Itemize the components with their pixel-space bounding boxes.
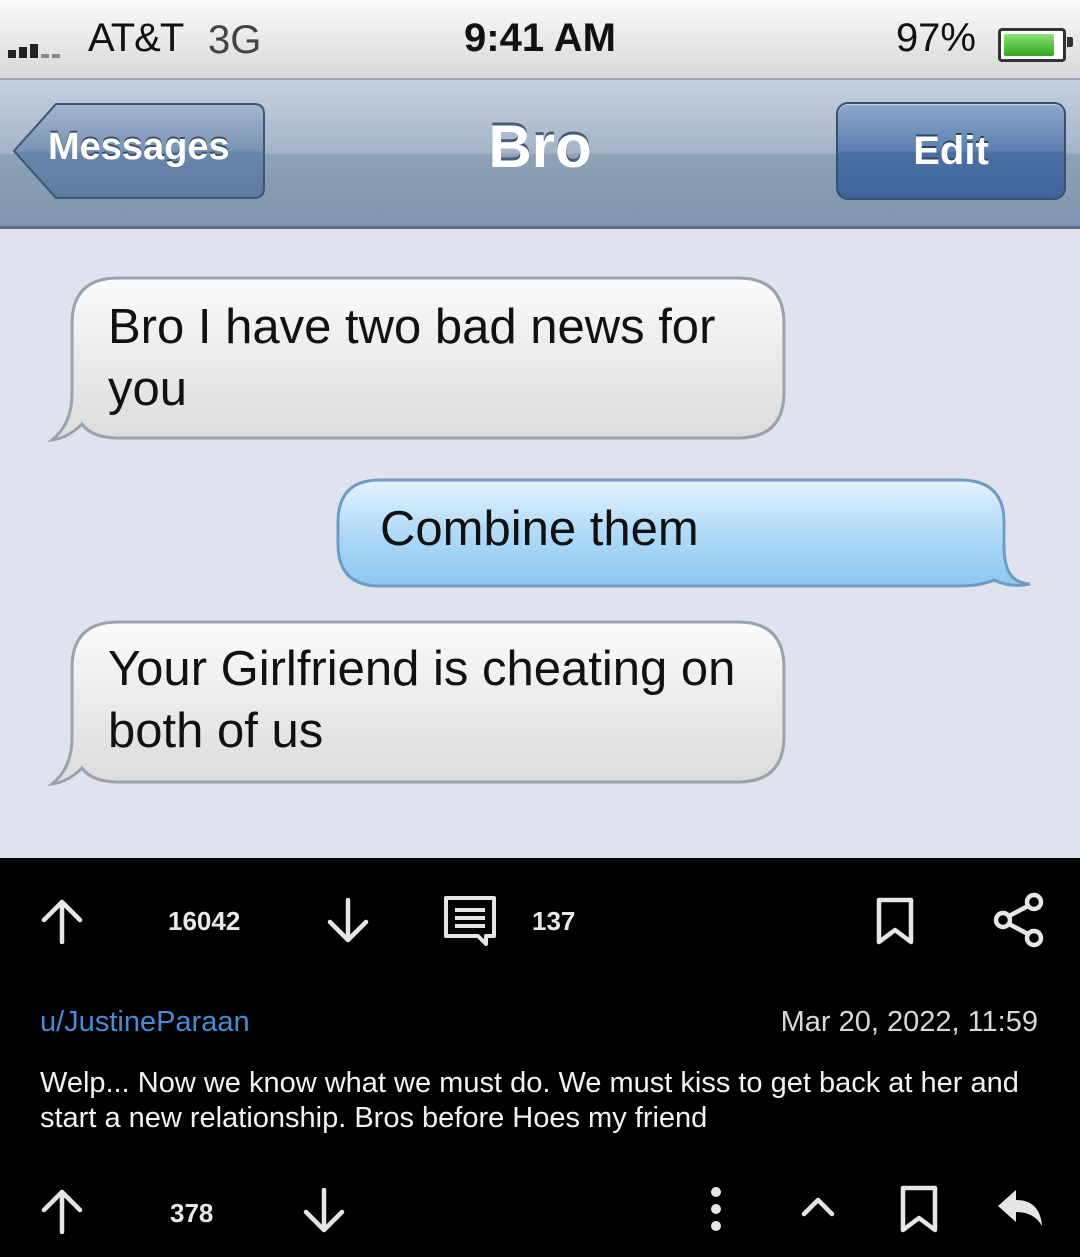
conversation-nav-bar: Messages Bro Edit xyxy=(0,80,1080,229)
status-bar: AT&T 3G 9:41 AM 97% xyxy=(0,0,1080,80)
share-icon[interactable] xyxy=(992,892,1046,953)
upvote-arrow-icon[interactable] xyxy=(40,898,84,949)
post-score: 16042 xyxy=(168,906,241,936)
downvote-arrow-icon[interactable] xyxy=(326,897,370,949)
message-bubble-received: Bro I have two bad news for you xyxy=(48,274,788,446)
reply-icon[interactable] xyxy=(994,1186,1046,1235)
edit-button-label: Edit xyxy=(913,129,989,173)
comment-date: Mar 20, 2022, 11:59 xyxy=(780,1006,1038,1038)
more-options-icon[interactable] xyxy=(706,1186,726,1237)
comment-body: Welp... Now we know what we must do. We … xyxy=(40,1067,1019,1134)
message-bubble-sent: Combine them xyxy=(334,476,1032,592)
bookmark-icon[interactable] xyxy=(874,896,916,951)
bookmark-icon[interactable] xyxy=(898,1184,940,1239)
comment-action-bar: 378 xyxy=(0,1170,1080,1250)
comment-author[interactable]: u/JustineParaan xyxy=(40,1006,250,1039)
edit-button[interactable]: Edit xyxy=(836,102,1066,200)
collapse-chevron-icon[interactable] xyxy=(800,1196,836,1223)
message-text: Your Girlfriend is cheating on both of u… xyxy=(108,642,736,758)
message-text: Combine them xyxy=(380,502,699,556)
comments-icon[interactable] xyxy=(442,894,498,953)
sms-screenshot: AT&T 3G 9:41 AM 97% Messages Bro Edit Br… xyxy=(0,0,1080,858)
message-text: Bro I have two bad news for you xyxy=(108,300,716,416)
battery-icon xyxy=(998,28,1073,62)
battery-percent: 97% xyxy=(895,16,976,60)
post-action-bar: 16042 137 xyxy=(0,870,1080,970)
message-bubble-received: Your Girlfriend is cheating on both of u… xyxy=(48,618,788,790)
upvote-arrow-icon[interactable] xyxy=(40,1188,84,1239)
comment-score: 378 xyxy=(170,1198,214,1228)
downvote-arrow-icon[interactable] xyxy=(302,1187,346,1239)
comment-count: 137 xyxy=(532,906,576,936)
